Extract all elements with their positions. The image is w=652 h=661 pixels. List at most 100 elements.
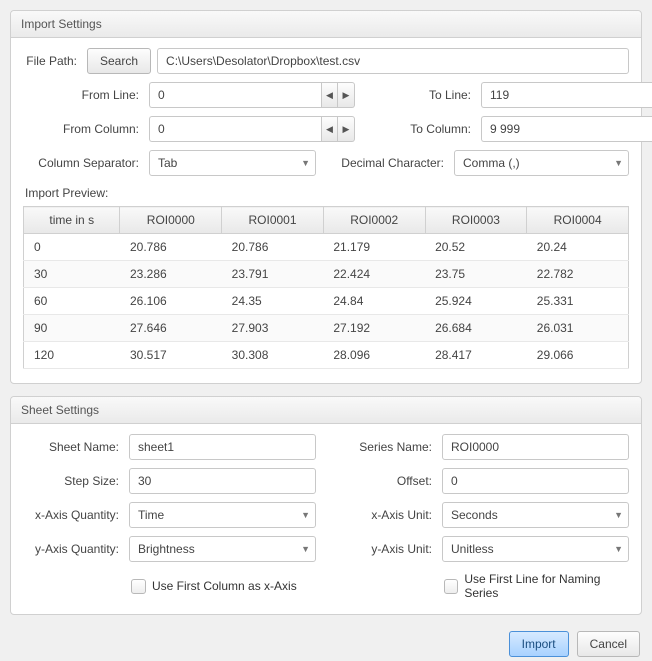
table-row: 12030.51730.30828.09628.41729.066 — [24, 342, 629, 369]
x-unit-value[interactable] — [442, 502, 629, 528]
table-cell: 27.646 — [120, 315, 222, 342]
table-cell: 30.517 — [120, 342, 222, 369]
x-qty-label: x-Axis Quantity: — [23, 508, 123, 522]
table-cell: 25.331 — [527, 288, 629, 315]
offset-input[interactable] — [442, 468, 629, 494]
sheet-settings-title: Sheet Settings — [11, 397, 641, 424]
from-line-dec[interactable]: ◀ — [321, 82, 338, 108]
dec-char-label: Decimal Character: — [336, 156, 448, 170]
table-cell: 23.791 — [222, 261, 324, 288]
from-line-stepper[interactable]: ◀ ▶ — [149, 82, 355, 108]
table-header[interactable]: ROI0000 — [120, 207, 222, 234]
col-sep-value[interactable] — [149, 150, 316, 176]
sheet-name-input[interactable] — [129, 434, 316, 460]
table-cell: 23.286 — [120, 261, 222, 288]
from-col-input[interactable] — [149, 116, 321, 142]
col-sep-label: Column Separator: — [23, 156, 143, 170]
table-cell: 0 — [24, 234, 120, 261]
table-cell: 60 — [24, 288, 120, 315]
table-cell: 29.066 — [527, 342, 629, 369]
to-col-label: To Column: — [375, 122, 475, 136]
footer-buttons: Import Cancel — [10, 627, 642, 661]
to-line-stepper[interactable]: ◀ ▶ — [481, 82, 652, 108]
y-qty-select[interactable]: ▼ — [129, 536, 316, 562]
x-qty-select[interactable]: ▼ — [129, 502, 316, 528]
table-cell: 27.903 — [222, 315, 324, 342]
y-unit-label: y-Axis Unit: — [336, 542, 436, 556]
table-row: 020.78620.78621.17920.5220.24 — [24, 234, 629, 261]
table-cell: 26.684 — [425, 315, 527, 342]
table-header[interactable]: ROI0002 — [323, 207, 425, 234]
file-path-input[interactable] — [157, 48, 629, 74]
table-cell: 24.35 — [222, 288, 324, 315]
table-cell: 28.417 — [425, 342, 527, 369]
table-header[interactable]: time in s — [24, 207, 120, 234]
use-first-line-checkbox[interactable] — [444, 579, 458, 594]
dec-char-select[interactable]: ▼ — [454, 150, 629, 176]
preview-label: Import Preview: — [25, 186, 629, 200]
import-button[interactable]: Import — [509, 631, 569, 657]
from-col-label: From Column: — [23, 122, 143, 136]
cancel-button[interactable]: Cancel — [577, 631, 640, 657]
sheet-settings-panel: Sheet Settings Sheet Name: Series Name: … — [10, 396, 642, 615]
series-name-input[interactable] — [442, 434, 629, 460]
table-header[interactable]: ROI0001 — [222, 207, 324, 234]
table-cell: 26.106 — [120, 288, 222, 315]
table-cell: 30 — [24, 261, 120, 288]
table-cell: 28.096 — [323, 342, 425, 369]
table-cell: 20.786 — [222, 234, 324, 261]
from-line-inc[interactable]: ▶ — [338, 82, 355, 108]
x-qty-value[interactable] — [129, 502, 316, 528]
table-cell: 22.424 — [323, 261, 425, 288]
import-settings-panel: Import Settings File Path: Search From L… — [10, 10, 642, 384]
table-cell: 20.786 — [120, 234, 222, 261]
x-unit-label: x-Axis Unit: — [336, 508, 436, 522]
to-line-input[interactable] — [481, 82, 652, 108]
step-size-label: Step Size: — [23, 474, 123, 488]
to-line-label: To Line: — [375, 88, 475, 102]
from-col-inc[interactable]: ▶ — [338, 116, 355, 142]
table-cell: 26.031 — [527, 315, 629, 342]
table-header[interactable]: ROI0004 — [527, 207, 629, 234]
table-cell: 23.75 — [425, 261, 527, 288]
search-button[interactable]: Search — [87, 48, 151, 74]
table-cell: 24.84 — [323, 288, 425, 315]
from-col-dec[interactable]: ◀ — [321, 116, 338, 142]
from-col-stepper[interactable]: ◀ ▶ — [149, 116, 355, 142]
table-cell: 30.308 — [222, 342, 324, 369]
table-cell: 90 — [24, 315, 120, 342]
y-qty-value[interactable] — [129, 536, 316, 562]
y-unit-value[interactable] — [442, 536, 629, 562]
table-header[interactable]: ROI0003 — [425, 207, 527, 234]
sheet-settings-body: Sheet Name: Series Name: Step Size: Offs… — [11, 424, 641, 614]
series-name-label: Series Name: — [336, 440, 436, 454]
table-cell: 25.924 — [425, 288, 527, 315]
table-row: 6026.10624.3524.8425.92425.331 — [24, 288, 629, 315]
use-first-col-checkbox[interactable] — [131, 579, 146, 594]
table-cell: 27.192 — [323, 315, 425, 342]
sheet-name-label: Sheet Name: — [23, 440, 123, 454]
table-row: 9027.64627.90327.19226.68426.031 — [24, 315, 629, 342]
from-line-label: From Line: — [23, 88, 143, 102]
col-sep-select[interactable]: ▼ — [149, 150, 316, 176]
x-unit-select[interactable]: ▼ — [442, 502, 629, 528]
table-cell: 20.52 — [425, 234, 527, 261]
y-qty-label: y-Axis Quantity: — [23, 542, 123, 556]
file-path-label: File Path: — [23, 54, 81, 68]
table-cell: 20.24 — [527, 234, 629, 261]
step-size-input[interactable] — [129, 468, 316, 494]
from-line-input[interactable] — [149, 82, 321, 108]
table-cell: 120 — [24, 342, 120, 369]
import-settings-body: File Path: Search From Line: ◀ ▶ To Line… — [11, 38, 641, 383]
table-cell: 22.782 — [527, 261, 629, 288]
table-row: 3023.28623.79122.42423.7522.782 — [24, 261, 629, 288]
offset-label: Offset: — [336, 474, 436, 488]
use-first-line-label: Use First Line for Naming Series — [464, 572, 629, 600]
import-settings-title: Import Settings — [11, 11, 641, 38]
use-first-col-label: Use First Column as x-Axis — [152, 579, 297, 593]
to-col-input[interactable] — [481, 116, 652, 142]
dec-char-value[interactable] — [454, 150, 629, 176]
preview-table: time in sROI0000ROI0001ROI0002ROI0003ROI… — [23, 206, 629, 369]
y-unit-select[interactable]: ▼ — [442, 536, 629, 562]
to-col-stepper[interactable]: ◀ ▶ — [481, 116, 652, 142]
